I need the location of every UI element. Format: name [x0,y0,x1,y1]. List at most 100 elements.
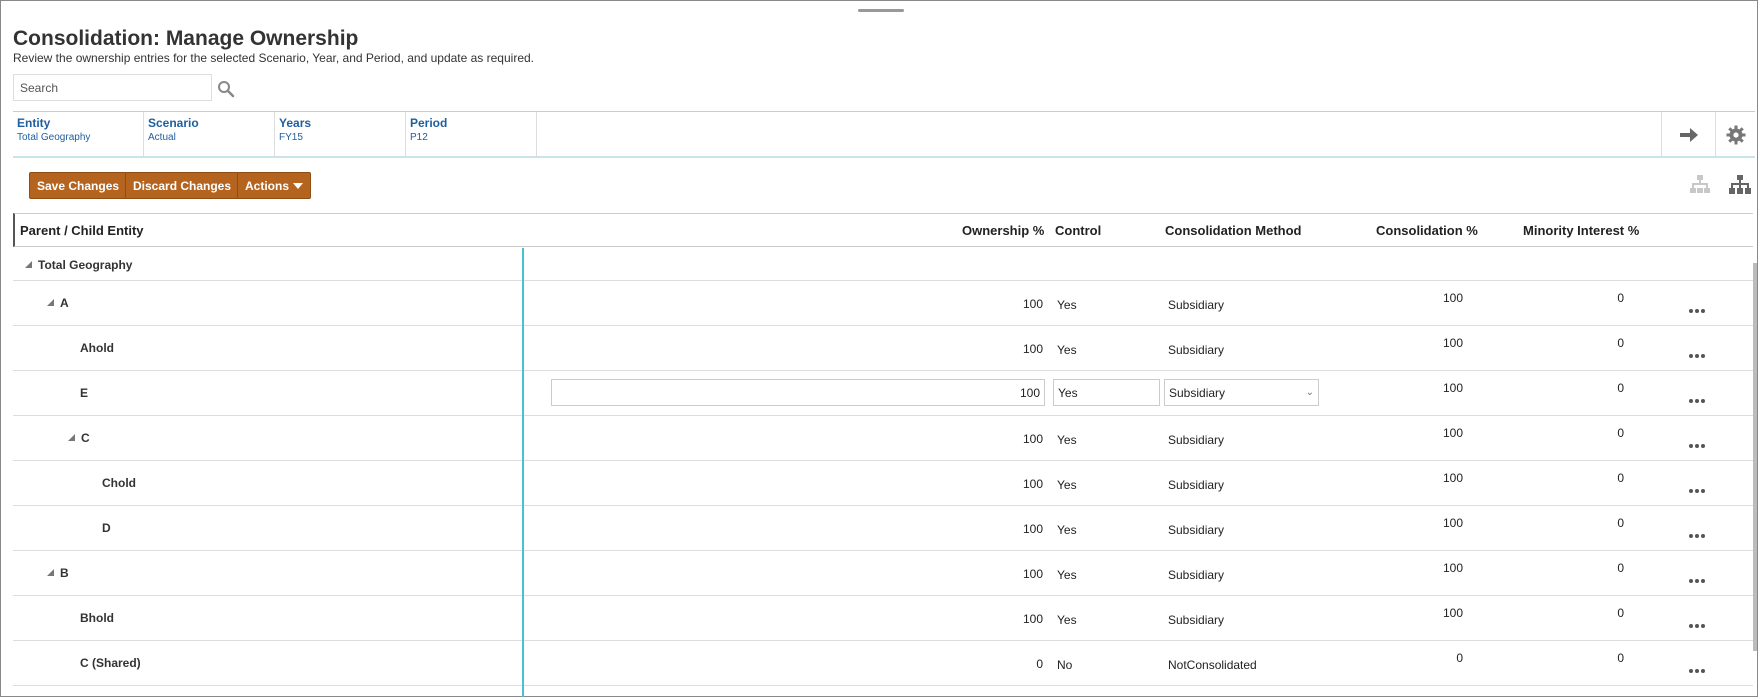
method-value[interactable]: Subsidiary [1168,568,1224,582]
method-value[interactable]: NotConsolidated [1168,658,1257,672]
ownership-value[interactable]: 100 [913,567,1043,581]
control-value[interactable]: Yes [1057,478,1077,492]
table-row[interactable]: B 100 Yes Subsidiary 100 0 [13,551,1753,596]
pov-entity-value: Total Geography [17,132,91,143]
header-consolidation-method[interactable]: Consolidation Method [1165,223,1301,238]
more-actions-icon[interactable] [1689,480,1707,493]
more-actions-icon[interactable] [1689,300,1707,313]
tree-node-entity[interactable]: Ahold [80,341,114,355]
table-row[interactable]: A 100 Yes Subsidiary 100 0 [13,281,1753,326]
more-actions-icon[interactable] [1689,390,1707,403]
control-select[interactable]: Yes [1053,379,1160,406]
table-row-group[interactable]: Total Geography [13,248,1753,281]
page-title: Consolidation: Manage Ownership [13,27,359,50]
pov-scenario[interactable]: Scenario Actual [144,112,275,157]
save-changes-button[interactable]: Save Changes [29,172,128,199]
more-actions-icon[interactable] [1689,345,1707,358]
tree-node-entity[interactable]: C (Shared) [80,656,141,670]
minority-interest-value: 0 [1617,606,1624,620]
header-consolidation-pct[interactable]: Consolidation % [1376,223,1478,238]
minority-interest-value: 0 [1617,516,1624,530]
method-value[interactable]: Subsidiary [1168,478,1224,492]
chevron-down-icon[interactable]: ⌄ [1306,387,1314,398]
search-icon[interactable] [217,80,235,98]
pov-entity[interactable]: Entity Total Geography [13,112,144,157]
header-minority-interest[interactable]: Minority Interest % [1523,223,1639,238]
method-value[interactable]: Subsidiary [1168,523,1224,537]
table-row[interactable]: Ahold 100 Yes Subsidiary 100 0 [13,326,1753,371]
tree-node-entity[interactable]: D [102,521,111,535]
consolidation-pct-value: 100 [1442,426,1463,440]
ownership-value[interactable]: 100 [913,612,1043,626]
more-actions-icon[interactable] [1689,615,1707,628]
header-ownership[interactable]: Ownership % [962,223,1044,238]
table-row[interactable]: D 100 Yes Subsidiary 100 0 [13,506,1753,551]
header-control[interactable]: Control [1055,223,1101,238]
control-value[interactable]: Yes [1057,343,1077,357]
method-value[interactable]: Subsidiary [1168,433,1224,447]
header-entity[interactable]: Parent / Child Entity [20,223,144,238]
search-field[interactable] [13,74,212,101]
table-row[interactable]: Chold 100 Yes Subsidiary 100 0 [13,461,1753,506]
ownership-value[interactable]: 100 [913,477,1043,491]
ownership-input[interactable]: 100 [551,379,1045,406]
more-actions-icon[interactable] [1689,660,1707,673]
expand-triangle-icon[interactable] [25,261,32,268]
hierarchy-icon [1690,175,1710,193]
ownership-value[interactable]: 100 [913,342,1043,356]
control-value[interactable]: Yes [1057,433,1077,447]
control-value[interactable]: Yes [1057,613,1077,627]
expand-triangle-icon[interactable] [68,434,75,441]
search-input[interactable] [14,75,211,100]
tree-node-total-geography[interactable]: Total Geography [25,258,132,272]
ownership-value[interactable]: 100 [913,297,1043,311]
method-value[interactable]: Subsidiary [1168,613,1224,627]
ownership-table: Parent / Child Entity Ownership % Contro… [13,213,1755,697]
discard-changes-button[interactable]: Discard Changes [125,172,240,199]
consolidation-pct-value: 100 [1442,561,1463,575]
tree-node-entity[interactable]: A [47,296,69,310]
pov-years[interactable]: Years FY15 [275,112,406,157]
vertical-scrollbar[interactable] [1753,263,1757,651]
more-actions-icon[interactable] [1689,435,1707,448]
consolidation-pct-value: 100 [1442,471,1463,485]
method-value[interactable]: Subsidiary [1168,298,1224,312]
table-row[interactable]: C 100 Yes Subsidiary 100 0 [13,416,1753,461]
tree-node-entity[interactable]: B [47,566,69,580]
expand-triangle-icon[interactable] [47,569,54,576]
more-actions-icon[interactable] [1689,570,1707,583]
pov-bar: Entity Total Geography Scenario Actual Y… [13,111,1755,158]
table-header: Parent / Child Entity Ownership % Contro… [13,213,1753,247]
pov-go-button[interactable] [1661,112,1716,157]
ownership-value[interactable]: 0 [913,657,1043,671]
tree-node-entity[interactable]: E [80,386,88,400]
drag-handle[interactable] [858,9,904,12]
consolidation-pct-value: 100 [1442,291,1463,305]
table-row[interactable]: C (Shared) 0 No NotConsolidated 0 0 [13,641,1753,686]
table-row[interactable]: E 100 Yes Subsidiary ⌄ 100 0 [13,371,1753,416]
entity-label: E [80,386,89,400]
tree-node-entity[interactable]: Chold [102,476,136,490]
minority-interest-value: 0 [1617,651,1624,665]
control-value[interactable]: No [1057,658,1072,672]
ownership-value[interactable]: 100 [913,522,1043,536]
actions-menu-button[interactable]: Actions [237,172,312,199]
method-value: Subsidiary [1169,385,1226,400]
more-actions-icon[interactable] [1689,525,1707,538]
control-value[interactable]: Yes [1057,298,1077,312]
control-value[interactable]: Yes [1057,568,1077,582]
consolidation-method-select[interactable]: Subsidiary ⌄ [1164,379,1319,406]
expand-triangle-icon[interactable] [47,299,54,306]
method-value[interactable]: Subsidiary [1168,343,1224,357]
pov-entity-label: Entity [17,116,51,130]
control-value[interactable]: Yes [1057,523,1077,537]
table-row[interactable]: Bhold 100 Yes Subsidiary 100 0 [13,596,1753,641]
org-chart-icon[interactable] [1729,174,1751,196]
tree-node-entity[interactable]: Bhold [80,611,114,625]
column-freeze-divider[interactable] [522,248,524,697]
minority-interest-value: 0 [1617,291,1624,305]
pov-period[interactable]: Period P12 [406,112,537,157]
settings-button[interactable] [1716,112,1755,157]
ownership-value[interactable]: 100 [913,432,1043,446]
tree-node-entity[interactable]: C [68,431,90,445]
